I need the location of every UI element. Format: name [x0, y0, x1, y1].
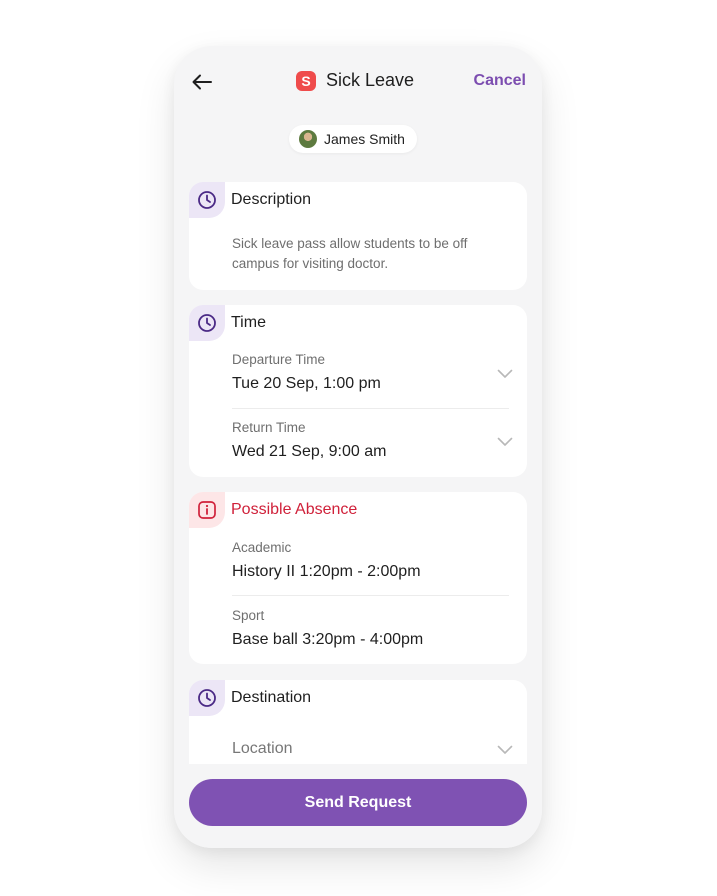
sport-label: Sport	[232, 608, 265, 623]
page-header: S Sick Leave	[296, 70, 414, 91]
avatar	[299, 130, 317, 148]
return-time-select[interactable]: Return Time Wed 21 Sep, 9:00 am	[232, 420, 513, 466]
location-select[interactable]: Location	[232, 740, 513, 764]
sport-field: Sport Base ball 3:20pm - 4:00pm	[232, 608, 509, 649]
description-icon-tile	[189, 182, 225, 218]
destination-title: Destination	[231, 689, 312, 706]
send-request-button[interactable]: Send Request	[189, 779, 527, 826]
chevron-down-icon	[497, 369, 513, 378]
sick-leave-badge-icon: S	[296, 70, 316, 91]
clock-icon	[198, 191, 216, 209]
possible-absence-card: Possible Absence Academic History II 1:2…	[189, 492, 527, 664]
cancel-button[interactable]: Cancel	[474, 72, 526, 90]
description-title: Description	[231, 191, 312, 208]
chevron-down-icon	[497, 437, 513, 446]
departure-time-select[interactable]: Departure Time Tue 20 Sep, 1:00 pm	[232, 352, 513, 398]
divider	[232, 595, 509, 596]
time-card: Time Departure Time Tue 20 Sep, 1:00 pm …	[189, 305, 527, 477]
clock-icon	[198, 689, 216, 707]
chevron-down-icon	[497, 745, 513, 754]
absence-icon-tile	[189, 492, 225, 528]
sport-value: Base ball 3:20pm - 4:00pm	[232, 631, 424, 648]
user-name: James Smith	[324, 131, 405, 147]
possible-absence-title: Possible Absence	[231, 501, 358, 518]
back-button[interactable]	[188, 70, 216, 94]
user-chip: James Smith	[289, 125, 417, 153]
info-icon	[198, 501, 216, 519]
description-card: Description Sick leave pass allow studen…	[189, 182, 527, 290]
academic-value: History II 1:20pm - 2:00pm	[232, 563, 421, 580]
departure-time-label: Departure Time	[232, 352, 326, 367]
destination-icon-tile	[189, 680, 225, 716]
page-title: Sick Leave	[326, 70, 415, 90]
clock-icon	[198, 314, 216, 332]
phone-screen: S Sick Leave Cancel James Smith Descript…	[174, 46, 542, 848]
departure-time-value: Tue 20 Sep, 1:00 pm	[232, 375, 381, 392]
time-title: Time	[231, 314, 266, 331]
divider	[232, 408, 509, 409]
academic-field: Academic History II 1:20pm - 2:00pm	[232, 540, 509, 581]
time-icon-tile	[189, 305, 225, 341]
academic-label: Academic	[232, 540, 292, 555]
return-time-label: Return Time	[232, 420, 306, 435]
return-time-value: Wed 21 Sep, 9:00 am	[232, 443, 387, 460]
description-text: Sick leave pass allow students to be off…	[232, 236, 468, 271]
location-placeholder: Location	[232, 740, 293, 757]
arrow-left-icon	[192, 74, 212, 90]
